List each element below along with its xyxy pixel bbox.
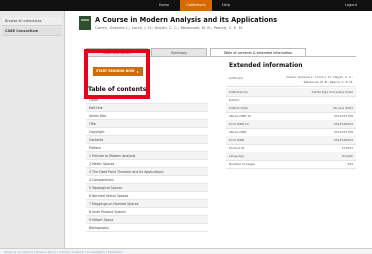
toc-item[interactable]: Series title bbox=[86, 112, 208, 120]
info-value: 0521526264 bbox=[333, 122, 353, 126]
book-authors: Cohen, Graeme L.; Lorch, J. H.; Haydn, C… bbox=[95, 25, 244, 30]
toc-item[interactable]: 5 Topological Spaces bbox=[86, 184, 208, 192]
nav-collections[interactable]: Collections bbox=[180, 0, 212, 11]
info-row: Number of pages 344 bbox=[226, 160, 356, 169]
book-cover-icon bbox=[79, 16, 91, 30]
toc-item[interactable]: 7 Mappings on Normed Spaces bbox=[86, 200, 208, 208]
toc-item[interactable]: Contents bbox=[86, 136, 208, 144]
toc-item[interactable]: 6 Normed Vector Spaces bbox=[86, 192, 208, 200]
toc-item[interactable]: 2 Metric Spaces bbox=[86, 160, 208, 168]
toc-item[interactable]: 1 Prelude to Modern Analysis bbox=[86, 152, 208, 160]
sidebar-item-cabe-consortium[interactable]: CABE Consortium bbox=[2, 27, 62, 36]
extended-info-heading: Extended information bbox=[229, 62, 303, 69]
footer-links[interactable]: Terms & Conditions | Privacy Policy | Co… bbox=[0, 248, 372, 254]
info-key: eBook ISBN bbox=[229, 130, 247, 134]
toc-item[interactable]: Copyright bbox=[86, 128, 208, 136]
info-key: Edition bbox=[229, 98, 240, 102]
toc-item[interactable]: Bibliography bbox=[86, 224, 208, 232]
info-key: eBook ISBN 10 bbox=[229, 114, 252, 118]
info-key: Print ISBN bbox=[229, 138, 244, 142]
nav-help[interactable]: Help bbox=[214, 0, 238, 11]
nav-home[interactable]: Home bbox=[150, 0, 178, 11]
sidebar-item-browse-collections[interactable]: Browse all collections bbox=[2, 17, 62, 26]
toc-item[interactable]: 8 Inner Product Spaces bbox=[86, 208, 208, 216]
info-value: English bbox=[342, 154, 353, 158]
info-key: Print ISBN 10 bbox=[229, 122, 249, 126]
info-key: Published by bbox=[229, 90, 249, 94]
info-value: 371847 bbox=[341, 146, 353, 150]
toc-item[interactable]: Half-title bbox=[86, 104, 208, 112]
toc-item[interactable]: 3 The Fixed Point Theorem and its Applic… bbox=[86, 168, 208, 176]
info-value: 344 bbox=[347, 162, 353, 166]
toc-item[interactable]: Cover bbox=[86, 96, 208, 104]
info-value: 26 June 2003 bbox=[333, 106, 353, 110]
info-key: Publish Date bbox=[229, 106, 248, 110]
toc-heading: Table of contents bbox=[88, 86, 147, 93]
info-value: 0521526264 bbox=[333, 138, 353, 142]
info-row: Author(s) Cohen, Graeme L.; Lorch, J. H.… bbox=[226, 74, 356, 87]
book-title: A Course in Modern Analysis and its Appl… bbox=[95, 16, 278, 24]
info-value: Cambridge University Press bbox=[311, 90, 353, 94]
toc-item[interactable]: Preface bbox=[86, 144, 208, 152]
toc-item[interactable]: 9 Hilbert Space bbox=[86, 216, 208, 224]
info-value: 0511057728 bbox=[333, 114, 353, 118]
sidebar bbox=[0, 11, 65, 254]
info-key: Product ID bbox=[229, 146, 245, 150]
logout-link[interactable]: Logout bbox=[336, 0, 366, 11]
toc-item[interactable]: 4 Compactness bbox=[86, 176, 208, 184]
info-key: Author(s) bbox=[229, 76, 244, 80]
info-value: 0511057728 bbox=[333, 130, 353, 134]
info-key: Number of pages bbox=[229, 162, 255, 166]
info-value: Cohen, Graeme L.; Lorch, J. H.; Haydn, C… bbox=[286, 75, 353, 84]
toc-item[interactable]: Title bbox=[86, 120, 208, 128]
info-key: Language bbox=[229, 154, 244, 158]
